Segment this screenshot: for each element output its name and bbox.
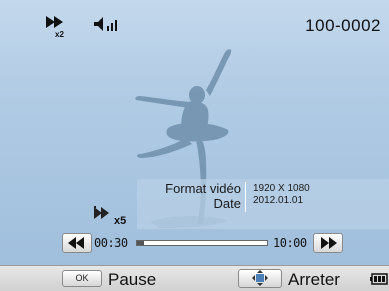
- fast-motion-icon: [94, 206, 109, 219]
- current-time: 00:30: [94, 236, 128, 250]
- file-number: 100-0002: [305, 16, 381, 35]
- ok-button[interactable]: OK: [62, 270, 102, 287]
- svg-text:x2: x2: [55, 30, 64, 38]
- format-value: 1920 X 1080: [253, 183, 310, 194]
- fast-forward-x2-icon: x2: [46, 16, 64, 38]
- video-info-panel: Format vidéo Date 1920 X 1080 2012.01.01: [137, 179, 389, 229]
- fast-forward-icon: [321, 237, 337, 249]
- fast-forward-button[interactable]: [313, 233, 343, 253]
- info-divider: [245, 182, 246, 212]
- playback-screen: x2 100-0002 Format vidéo Date 1920 X 108…: [0, 0, 389, 291]
- volume-icon: [94, 17, 117, 31]
- date-label: Date: [213, 196, 241, 211]
- fast-motion-label: x5: [114, 215, 127, 227]
- total-time: 10:00: [273, 236, 307, 250]
- rewind-button[interactable]: [62, 233, 92, 253]
- playback-progress-row: 00:30 10:00: [0, 231, 389, 255]
- pause-label[interactable]: Pause: [108, 270, 156, 290]
- info-labels: Format vidéo Date: [137, 181, 241, 211]
- format-label: Format vidéo: [165, 181, 241, 196]
- battery-icon: [370, 273, 388, 285]
- date-value: 2012.01.01: [253, 195, 304, 206]
- rewind-icon: [68, 237, 84, 249]
- control-bar: OK Pause Arreter: [0, 265, 389, 291]
- progress-track[interactable]: [136, 240, 268, 246]
- stop-label[interactable]: Arreter: [288, 270, 340, 290]
- direction-pad-button[interactable]: [238, 269, 282, 288]
- progress-fill: [137, 241, 144, 245]
- info-values: 1920 X 1080 2012.01.01: [253, 183, 310, 207]
- direction-pad-icon: [252, 270, 268, 286]
